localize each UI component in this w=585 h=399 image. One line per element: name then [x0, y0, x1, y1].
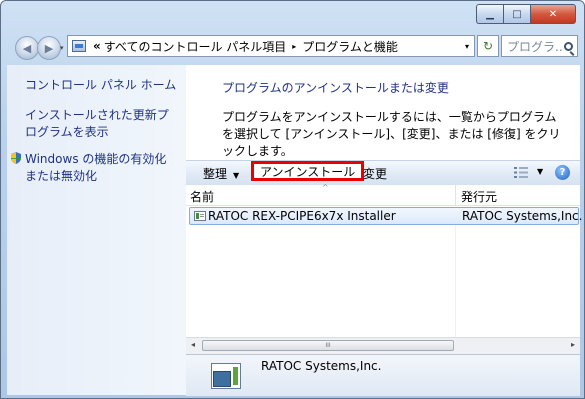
program-name: RATOC REX-PCIPE6x7x Installer: [208, 209, 396, 223]
control-panel-icon: [72, 40, 86, 52]
refresh-button[interactable]: ↻: [477, 35, 499, 57]
view-installed-updates-link[interactable]: インストールされた更新プログラムを表示: [25, 107, 175, 141]
views-icon[interactable]: [514, 167, 528, 178]
program-row[interactable]: RATOC REX-PCIPE6x7x Installer RATOC Syst…: [189, 207, 583, 225]
back-button[interactable]: ◀: [15, 36, 39, 60]
caption-buttons: ▁ □ ✕: [476, 4, 576, 24]
organize-label: 整理: [203, 167, 228, 181]
column-header-publisher[interactable]: 発行元: [461, 188, 497, 205]
programs-pane: プログラムのアンインストールまたは変更 プログラムをアンインストールするには、一…: [186, 65, 583, 396]
program-icon: [194, 211, 206, 221]
task-pane: コントロール パネル ホーム インストールされた更新プログラムを表示 Windo…: [7, 65, 186, 395]
breadcrumb-programs-and-features[interactable]: プログラムと機能: [302, 38, 398, 55]
window: ▁ □ ✕ ◀ ▶ ▾ « すべてのコントロール パネル項目 ▸ プログラムと機…: [0, 0, 585, 399]
search-box[interactable]: プログラ...: [501, 35, 578, 57]
scrollbar-thumb[interactable]: III: [202, 340, 454, 351]
command-bar: 整理 ▼ アンインストール 変更 ▼ ?: [186, 160, 580, 186]
uninstall-button[interactable]: アンインストール: [251, 161, 365, 181]
program-icon: [211, 363, 241, 389]
page-title: プログラムのアンインストールまたは変更: [222, 81, 449, 95]
forward-button[interactable]: ▶: [37, 36, 61, 60]
horizontal-scrollbar[interactable]: ◂ III ▸: [186, 337, 580, 354]
change-button[interactable]: 変更: [363, 165, 387, 182]
recent-pages-dropdown[interactable]: ▾: [60, 44, 64, 52]
details-publisher: RATOC Systems,Inc.: [261, 359, 382, 373]
uac-shield-icon: [11, 152, 21, 164]
program-publisher: RATOC Systems,Inc.: [462, 209, 583, 223]
minimize-button[interactable]: ▁: [476, 4, 503, 24]
column-divider[interactable]: [455, 185, 456, 205]
column-header-name[interactable]: 名前: [190, 188, 214, 205]
scroll-left-icon[interactable]: ◂: [191, 340, 195, 349]
breadcrumb-all-control-panel-items[interactable]: すべてのコントロール パネル項目: [104, 38, 287, 55]
views-dropdown-icon[interactable]: ▼: [537, 167, 543, 176]
column-gridline: [455, 225, 456, 337]
search-icon[interactable]: [564, 41, 573, 51]
breadcrumb-separator-icon[interactable]: ▸: [292, 42, 296, 51]
content-area: コントロール パネル ホーム インストールされた更新プログラムを表示 Windo…: [7, 65, 583, 396]
search-input[interactable]: プログラ...: [507, 38, 564, 55]
help-icon[interactable]: ?: [555, 165, 570, 180]
page-description: プログラムをアンインストールするには、一覧からプログラムを選択して [アンインス…: [222, 110, 561, 158]
breadcrumb-overflow[interactable]: «: [93, 39, 101, 53]
title-bar: ▁ □ ✕: [1, 1, 584, 31]
sort-indicator-icon: ^: [322, 183, 329, 192]
scroll-right-icon[interactable]: ▸: [571, 340, 575, 349]
maximize-button[interactable]: □: [503, 4, 530, 24]
organize-dropdown-icon: ▼: [233, 171, 240, 180]
address-dropdown-icon[interactable]: ▾: [465, 42, 469, 51]
list-column-header: 名前 ^ 発行元: [186, 183, 580, 206]
close-button[interactable]: ✕: [530, 4, 576, 24]
navigation-bar: ◀ ▶ ▾ « すべてのコントロール パネル項目 ▸ プログラムと機能 ▾ ↻ …: [1, 31, 584, 65]
turn-windows-features-link[interactable]: Windows の機能の有効化または無効化: [25, 151, 175, 185]
organize-button[interactable]: 整理 ▼: [203, 165, 239, 182]
control-panel-home-link[interactable]: コントロール パネル ホーム: [25, 77, 176, 94]
address-bar[interactable]: « すべてのコントロール パネル項目 ▸ プログラムと機能 ▾: [67, 35, 475, 57]
details-pane: RATOC Systems,Inc.: [186, 354, 580, 396]
